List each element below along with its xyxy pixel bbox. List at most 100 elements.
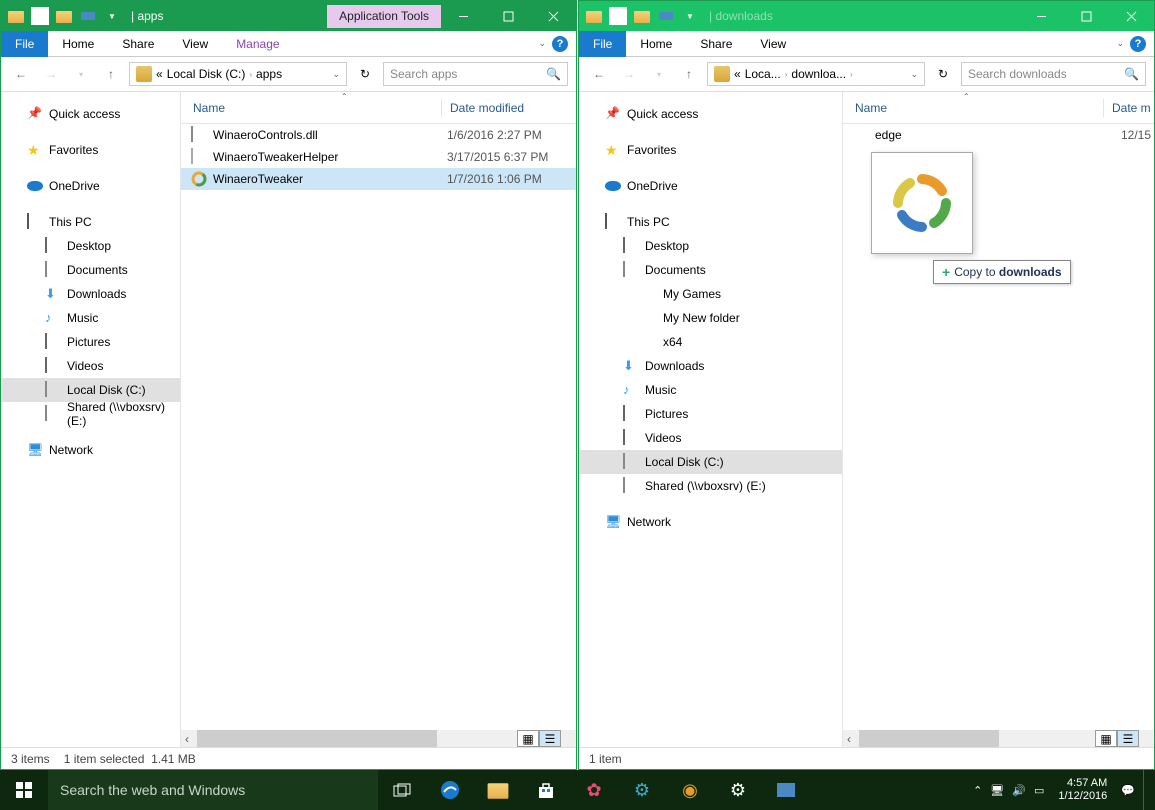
col-name[interactable]: Name	[193, 101, 441, 115]
nav-recent-icon[interactable]: ▾	[647, 62, 671, 86]
col-name[interactable]: Name	[855, 101, 1103, 115]
nav-recent-icon[interactable]: ▾	[69, 62, 93, 86]
nav-subfolder[interactable]: My Games	[579, 282, 842, 306]
view-large-icons-button[interactable]: ▦	[517, 730, 539, 747]
titlebar[interactable]: ✓ ▼ | downloads	[579, 1, 1154, 31]
nav-videos[interactable]: Videos	[1, 354, 180, 378]
file-row[interactable]: WinaeroTweaker 1/7/2016 1:06 PM	[181, 168, 576, 190]
tab-share[interactable]: Share	[108, 31, 168, 57]
refresh-button[interactable]: ↻	[353, 62, 377, 86]
view-details-button[interactable]: ☰	[1117, 730, 1139, 747]
tab-share[interactable]: Share	[686, 31, 746, 57]
col-date[interactable]: Date modified	[442, 101, 524, 115]
nav-shared[interactable]: Shared (\\vboxsrv) (E:)	[579, 474, 842, 498]
qat-folder-icon[interactable]	[585, 7, 603, 25]
maximize-button[interactable]	[486, 1, 531, 31]
nav-network[interactable]: 🖥Network	[1, 438, 180, 462]
tab-home[interactable]: Home	[626, 31, 686, 57]
nav-subfolder[interactable]: x64	[579, 330, 842, 354]
notification-icon[interactable]: 💬	[1121, 784, 1135, 797]
view-large-icons-button[interactable]: ▦	[1095, 730, 1117, 747]
tab-file[interactable]: File	[579, 31, 626, 57]
qat-props-icon[interactable]: ✓	[609, 7, 627, 25]
nav-forward-button[interactable]: →	[617, 62, 641, 86]
nav-downloads[interactable]: ⬇Downloads	[579, 354, 842, 378]
tray-ime-icon[interactable]: ▭	[1034, 784, 1044, 797]
nav-shared[interactable]: Shared (\\vboxsrv) (E:)	[1, 402, 180, 426]
tab-view[interactable]: View	[168, 31, 222, 57]
qat-dropdown-icon[interactable]: ▼	[103, 7, 121, 25]
tab-file[interactable]: File	[1, 31, 48, 57]
minimize-button[interactable]	[441, 1, 486, 31]
close-button[interactable]	[531, 1, 576, 31]
nav-local-disk[interactable]: Local Disk (C:)	[1, 378, 180, 402]
context-tab[interactable]: Application Tools	[327, 5, 441, 28]
tab-home[interactable]: Home	[48, 31, 108, 57]
explorer-icon[interactable]	[474, 770, 522, 810]
nav-documents[interactable]: Documents	[579, 258, 842, 282]
breadcrumb-part[interactable]: Local Disk (C:)	[167, 67, 246, 81]
tray-network-icon[interactable]: 🖥	[990, 784, 1004, 797]
nav-favorites[interactable]: ★Favorites	[1, 138, 180, 162]
start-button[interactable]	[0, 770, 48, 810]
app-icon[interactable]	[762, 770, 810, 810]
nav-quick-access[interactable]: 📌Quick access	[579, 102, 842, 126]
qat-paste-icon[interactable]	[657, 7, 675, 25]
breadcrumb[interactable]: « Local Disk (C:) › apps ⌄	[129, 62, 347, 86]
nav-up-button[interactable]: ↑	[99, 62, 123, 86]
nav-pictures[interactable]: Pictures	[579, 402, 842, 426]
col-date[interactable]: Date m	[1104, 101, 1151, 115]
nav-desktop[interactable]: Desktop	[579, 234, 842, 258]
nav-onedrive[interactable]: OneDrive	[1, 174, 180, 198]
help-icon[interactable]: ?	[552, 36, 568, 52]
breadcrumb-part[interactable]: Loca...	[745, 67, 781, 81]
view-details-button[interactable]: ☰	[539, 730, 561, 747]
nav-subfolder[interactable]: My New folder	[579, 306, 842, 330]
nav-music[interactable]: ♪Music	[1, 306, 180, 330]
qat-dropdown-icon[interactable]: ▼	[681, 7, 699, 25]
nav-music[interactable]: ♪Music	[579, 378, 842, 402]
horizontal-scrollbar[interactable]: ‹ ▦ ☰	[181, 730, 576, 747]
edge-icon[interactable]	[426, 770, 474, 810]
qat-new-folder-icon[interactable]	[55, 7, 73, 25]
nav-desktop[interactable]: Desktop	[1, 234, 180, 258]
nav-up-button[interactable]: ↑	[677, 62, 701, 86]
nav-forward-button[interactable]: →	[39, 62, 63, 86]
taskbar-search[interactable]: Search the web and Windows	[48, 770, 378, 810]
breadcrumb[interactable]: « Loca... › downloa... › ⌄	[707, 62, 925, 86]
task-view-button[interactable]	[378, 770, 426, 810]
nav-this-pc[interactable]: This PC	[579, 210, 842, 234]
nav-local-disk[interactable]: Local Disk (C:)	[579, 450, 842, 474]
breadcrumb-dropdown-icon[interactable]: ⌄	[910, 69, 918, 80]
ribbon-expand-icon[interactable]: ⌄	[538, 38, 546, 49]
nav-back-button[interactable]: ←	[587, 62, 611, 86]
breadcrumb-dropdown-icon[interactable]: ⌄	[332, 69, 340, 80]
app-icon[interactable]: ✿	[570, 770, 618, 810]
ribbon-expand-icon[interactable]: ⌄	[1116, 38, 1124, 49]
app-icon[interactable]: ⚙	[618, 770, 666, 810]
qat-new-folder-icon[interactable]	[633, 7, 651, 25]
maximize-button[interactable]	[1064, 1, 1109, 31]
titlebar[interactable]: ✓ ▼ | apps Application Tools	[1, 1, 576, 31]
show-desktop-button[interactable]	[1143, 770, 1149, 810]
help-icon[interactable]: ?	[1130, 36, 1146, 52]
nav-favorites[interactable]: ★Favorites	[579, 138, 842, 162]
search-input[interactable]: Search downloads 🔍	[961, 62, 1146, 86]
nav-this-pc[interactable]: This PC	[1, 210, 180, 234]
nav-back-button[interactable]: ←	[9, 62, 33, 86]
horizontal-scrollbar[interactable]: ‹ ▦ ☰	[843, 730, 1154, 747]
nav-videos[interactable]: Videos	[579, 426, 842, 450]
nav-downloads[interactable]: ⬇Downloads	[1, 282, 180, 306]
store-icon[interactable]	[522, 770, 570, 810]
file-row[interactable]: edge 12/15	[843, 124, 1154, 146]
file-row[interactable]: WinaeroTweakerHelper 3/17/2015 6:37 PM	[181, 146, 576, 168]
breadcrumb-part[interactable]: apps	[256, 67, 282, 81]
settings-icon[interactable]: ⚙	[714, 770, 762, 810]
app-icon[interactable]: ◉	[666, 770, 714, 810]
tray-expand-icon[interactable]: ⌃	[973, 784, 982, 797]
minimize-button[interactable]	[1019, 1, 1064, 31]
qat-props-icon[interactable]: ✓	[31, 7, 49, 25]
nav-quick-access[interactable]: 📌Quick access	[1, 102, 180, 126]
qat-folder-icon[interactable]	[7, 7, 25, 25]
clock[interactable]: 4:57 AM 1/12/2016	[1052, 777, 1113, 803]
